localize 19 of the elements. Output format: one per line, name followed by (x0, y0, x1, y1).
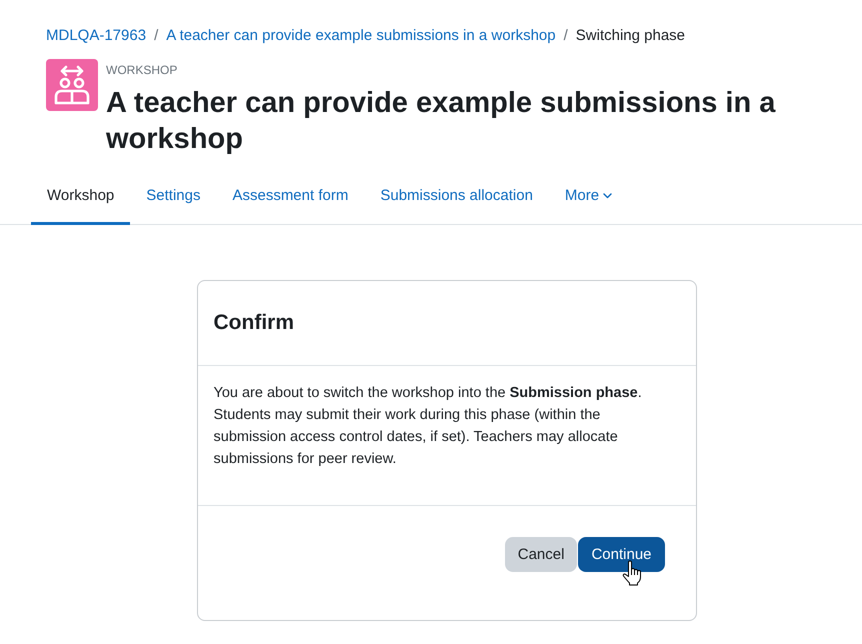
cancel-button[interactable]: Cancel (504, 537, 578, 572)
activity-type-label: WORKSHOP (106, 63, 178, 77)
chevron-down-icon (603, 192, 612, 198)
more-dropdown-tab[interactable]: More (548, 166, 628, 224)
hand-cursor-icon (622, 560, 642, 586)
nav-tab[interactable]: Settings (130, 166, 216, 224)
breadcrumb-separator: / (564, 26, 568, 46)
workshop-icon (46, 59, 98, 111)
nav-tab[interactable]: Workshop (31, 166, 130, 224)
dialog-message: You are about to switch the workshop into the Submission phase. Students may submit their work during this phase (within the submission access control dates, if set). Teachers may allocate submissions for peer review. (214, 384, 643, 469)
breadcrumb-separator: / (154, 26, 158, 46)
page-title: A teacher can provide example submissions in a workshop (106, 86, 776, 156)
breadcrumb-current: Switching phase (576, 26, 686, 46)
nav-tab[interactable]: Submissions allocation (364, 166, 549, 224)
breadcrumb-link[interactable]: A teacher can provide example submissions in a workshop (166, 26, 556, 46)
breadcrumb-link[interactable]: MDLQA-17963 (46, 26, 146, 46)
continue-button[interactable]: Continue (578, 537, 664, 572)
dialog-title: Confirm (214, 310, 294, 334)
nav-tab[interactable]: Assessment form (216, 166, 364, 224)
